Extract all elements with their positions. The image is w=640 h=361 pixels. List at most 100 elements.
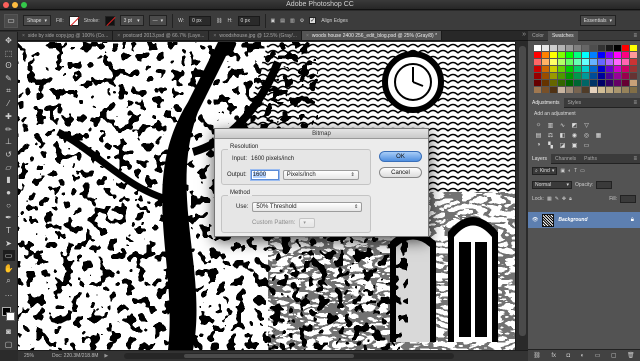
color-swatch[interactable] bbox=[622, 52, 629, 58]
hand-tool-icon[interactable]: ✋ bbox=[3, 263, 15, 274]
color-swatch[interactable] bbox=[622, 87, 629, 93]
ok-button[interactable]: OK bbox=[379, 151, 422, 162]
stroke-swatch[interactable] bbox=[104, 15, 115, 26]
color-swatch[interactable] bbox=[630, 52, 637, 58]
filter-adjustment-icon[interactable]: ◐ bbox=[568, 168, 571, 174]
tab-layers[interactable]: Layers bbox=[528, 153, 552, 164]
channel-mixer-icon[interactable]: ◎ bbox=[582, 131, 591, 139]
color-swatch[interactable] bbox=[614, 59, 621, 65]
lock-transparency-icon[interactable]: ▦ bbox=[547, 196, 552, 202]
history-brush-tool-icon[interactable]: ↺ bbox=[3, 149, 15, 160]
method-select[interactable]: 50% Threshold ⇕ bbox=[252, 202, 363, 212]
eyedropper-tool-icon[interactable]: ⁄ bbox=[3, 98, 15, 109]
color-swatch[interactable] bbox=[622, 80, 629, 86]
tab-color[interactable]: Color bbox=[528, 31, 548, 41]
tab-adjustments[interactable]: Adjustments bbox=[528, 97, 564, 108]
color-swatch[interactable] bbox=[574, 73, 581, 79]
close-tab-icon[interactable]: × bbox=[22, 33, 25, 39]
color-swatch[interactable] bbox=[582, 59, 589, 65]
document-tab[interactable]: × side by side copy.jpg @ 100% (Co... bbox=[18, 31, 114, 40]
color-swatch[interactable] bbox=[534, 52, 541, 58]
opacity-field[interactable] bbox=[596, 181, 613, 189]
color-swatch[interactable] bbox=[598, 59, 605, 65]
color-swatch[interactable] bbox=[550, 66, 557, 72]
color-swatch[interactable] bbox=[558, 59, 565, 65]
color-swatch[interactable] bbox=[534, 80, 541, 86]
color-swatch[interactable] bbox=[582, 87, 589, 93]
color-swatch[interactable] bbox=[598, 45, 605, 51]
zoom-tool-icon[interactable]: ⌕ bbox=[3, 276, 15, 287]
color-swatch[interactable] bbox=[582, 66, 589, 72]
zoom-level[interactable]: 25% bbox=[24, 353, 46, 359]
new-group-icon[interactable]: ▭ bbox=[595, 352, 601, 359]
color-swatch[interactable] bbox=[614, 52, 621, 58]
color-swatch[interactable] bbox=[606, 45, 613, 51]
lock-position-icon[interactable]: ✥ bbox=[562, 196, 566, 202]
filter-shape-icon[interactable]: ▭ bbox=[580, 168, 585, 174]
stroke-width-select[interactable]: 3 pt ▾ bbox=[119, 15, 144, 26]
move-tool-icon[interactable]: ✥ bbox=[3, 35, 15, 46]
color-swatch[interactable] bbox=[550, 73, 557, 79]
color-swatch[interactable] bbox=[534, 66, 541, 72]
screen-mode-icon[interactable]: ▢ bbox=[3, 339, 15, 350]
height-field[interactable]: 0 px bbox=[237, 15, 260, 26]
crop-tool-icon[interactable]: ⌗ bbox=[3, 86, 15, 97]
settings-gear-icon[interactable]: ⚙ bbox=[300, 18, 304, 24]
color-swatch[interactable] bbox=[558, 87, 565, 93]
quick-selection-tool-icon[interactable]: ✎ bbox=[3, 73, 15, 84]
color-swatch[interactable] bbox=[590, 59, 597, 65]
lock-pixels-icon[interactable]: ✎ bbox=[555, 196, 559, 202]
threshold-icon[interactable]: ◪ bbox=[558, 141, 567, 149]
close-tab-icon[interactable]: × bbox=[306, 33, 309, 39]
color-swatch[interactable] bbox=[574, 59, 581, 65]
color-swatch[interactable] bbox=[542, 66, 549, 72]
color-swatch[interactable] bbox=[590, 87, 597, 93]
color-swatch[interactable] bbox=[542, 45, 549, 51]
trash-icon[interactable]: 🗑︎ bbox=[627, 352, 635, 359]
color-swatch[interactable] bbox=[582, 80, 589, 86]
color-swatch[interactable] bbox=[606, 80, 613, 86]
color-swatch[interactable] bbox=[558, 52, 565, 58]
workspace-select[interactable]: Essentials ▾ bbox=[579, 15, 616, 26]
clone-stamp-tool-icon[interactable]: ⊥ bbox=[3, 136, 15, 147]
scrollbar-thumb[interactable] bbox=[184, 354, 355, 358]
color-swatch[interactable] bbox=[534, 73, 541, 79]
color-swatch[interactable] bbox=[566, 59, 573, 65]
color-swatch[interactable] bbox=[566, 73, 573, 79]
color-swatch[interactable] bbox=[598, 80, 605, 86]
color-swatch[interactable] bbox=[550, 59, 557, 65]
curves-icon[interactable]: ∿ bbox=[558, 121, 567, 129]
color-swatch[interactable] bbox=[542, 59, 549, 65]
color-swatch[interactable] bbox=[622, 45, 629, 51]
pen-tool-icon[interactable]: ✒ bbox=[3, 212, 15, 223]
path-selection-tool-icon[interactable]: ➤ bbox=[3, 238, 15, 249]
color-swatch[interactable] bbox=[566, 45, 573, 51]
document-tab-active[interactable]: × woods house 2400 256_edit_blog.psd @ 25… bbox=[301, 31, 443, 40]
color-swatch[interactable] bbox=[550, 52, 557, 58]
color-swatch[interactable] bbox=[590, 73, 597, 79]
tab-paths[interactable]: Paths bbox=[580, 154, 601, 164]
color-swatch[interactable] bbox=[598, 52, 605, 58]
blend-mode-select[interactable]: Normal ▾ bbox=[532, 181, 572, 189]
color-swatch[interactable] bbox=[614, 87, 621, 93]
filter-pixel-icon[interactable]: ▣ bbox=[560, 168, 565, 174]
gradient-tool-icon[interactable]: ▮ bbox=[3, 174, 15, 185]
tab-styles[interactable]: Styles bbox=[564, 98, 586, 108]
color-swatch[interactable] bbox=[614, 73, 621, 79]
color-swatch[interactable] bbox=[566, 52, 573, 58]
color-swatch[interactable] bbox=[558, 66, 565, 72]
color-swatch[interactable] bbox=[534, 87, 541, 93]
color-lookup-icon[interactable]: ▦ bbox=[594, 131, 603, 139]
color-swatch[interactable] bbox=[606, 52, 613, 58]
color-swatch[interactable] bbox=[566, 80, 573, 86]
gradient-map-icon[interactable]: ▭ bbox=[582, 141, 591, 149]
color-swatch[interactable] bbox=[542, 73, 549, 79]
photo-filter-icon[interactable]: ◉ bbox=[570, 131, 579, 139]
eye-visibility-icon[interactable]: 👁︎ bbox=[532, 217, 538, 223]
panel-menu-icon[interactable]: ≡ bbox=[633, 156, 637, 162]
color-swatch[interactable] bbox=[582, 73, 589, 79]
color-swatch[interactable] bbox=[534, 45, 541, 51]
shape-tool-preset-icon[interactable]: ▭ bbox=[4, 13, 18, 28]
color-swatch[interactable] bbox=[574, 52, 581, 58]
link-layers-icon[interactable]: ⛓ bbox=[533, 352, 541, 359]
